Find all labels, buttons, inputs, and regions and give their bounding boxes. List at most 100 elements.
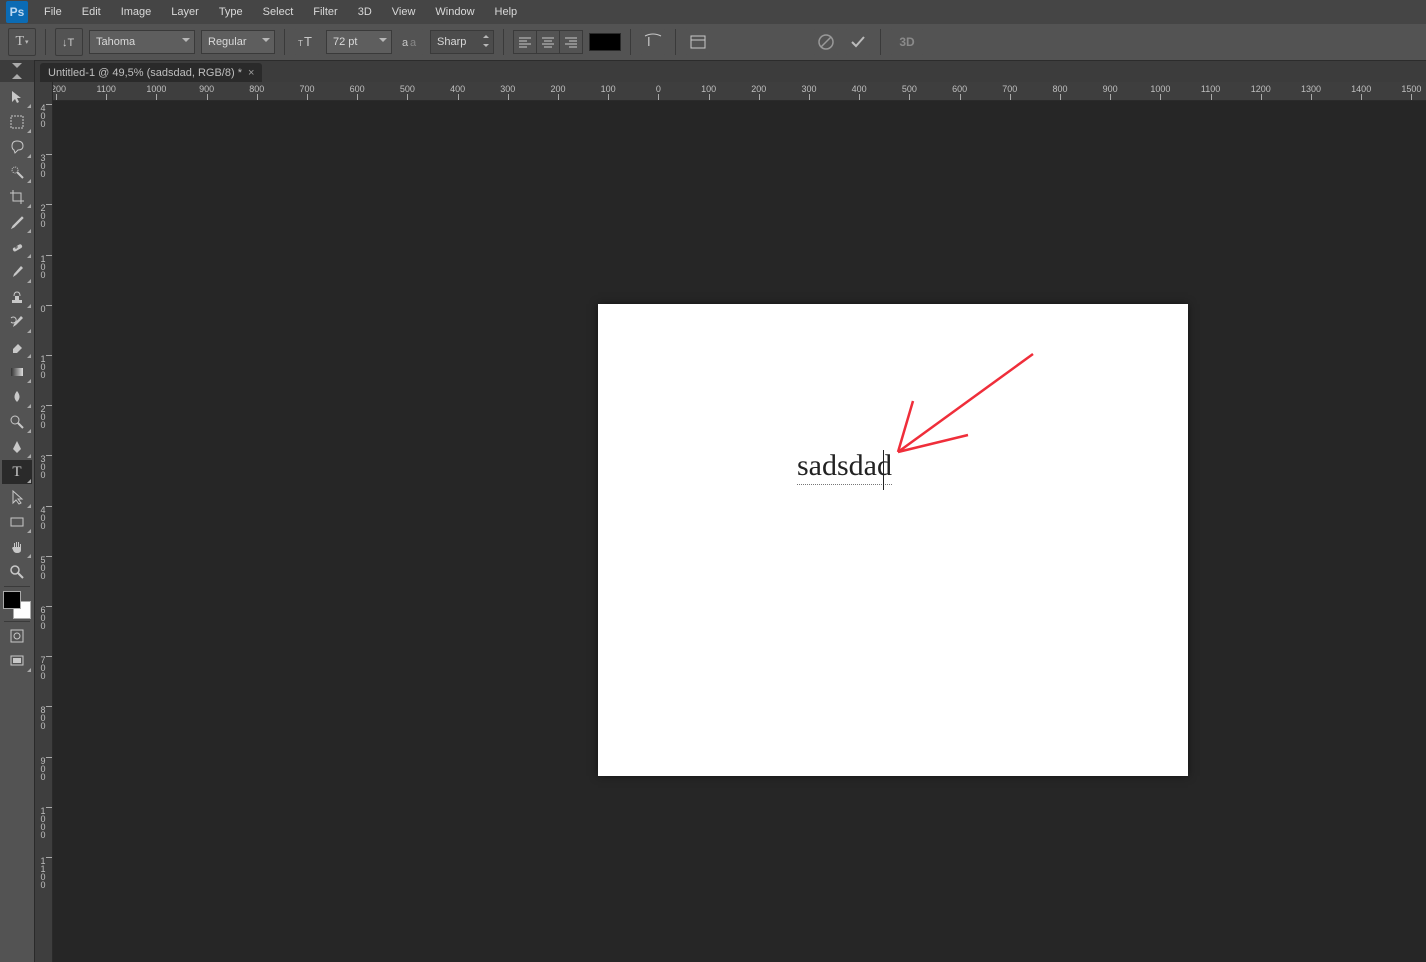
ruler-label: 1300 (1301, 84, 1321, 94)
svg-text:T: T (304, 34, 312, 49)
align-left-button[interactable] (514, 31, 537, 53)
history-brush-tool[interactable] (2, 310, 32, 334)
ruler-label: 600 (350, 84, 365, 94)
antialias-icon: aa (402, 34, 420, 50)
menu-filter[interactable]: Filter (303, 0, 347, 24)
history-brush-icon (9, 314, 25, 330)
quick-select-tool[interactable] (2, 160, 32, 184)
ruler-label: 100 (601, 84, 616, 94)
menu-window[interactable]: Window (425, 0, 484, 24)
ruler-label: 0 (36, 305, 50, 313)
rectangle-tool[interactable] (2, 510, 32, 534)
document-tab[interactable]: Untitled-1 @ 49,5% (sadsdad, RGB/8) * × (40, 63, 262, 83)
ruler-label: 300 (801, 84, 816, 94)
eyedropper-tool[interactable] (2, 210, 32, 234)
dodge-tool[interactable] (2, 410, 32, 434)
blur-tool[interactable] (2, 385, 32, 409)
gradient-tool[interactable] (2, 360, 32, 384)
tool-preset-button[interactable]: T ▾ (8, 28, 36, 56)
svg-text:↓T: ↓T (62, 37, 75, 49)
ruler-label: 700 (299, 84, 314, 94)
separator (675, 29, 676, 55)
crop-icon (9, 189, 25, 205)
ruler-label: 1000 (36, 807, 50, 839)
text-align-group (513, 30, 583, 54)
svg-text:a: a (402, 37, 409, 49)
ruler-label: 300 (36, 154, 50, 178)
warp-text-button[interactable]: I (640, 29, 666, 55)
document-canvas[interactable]: sadsdad (598, 304, 1188, 776)
menu-view[interactable]: View (382, 0, 426, 24)
foreground-color[interactable] (3, 591, 21, 609)
align-center-icon (541, 36, 555, 48)
marquee-tool[interactable] (2, 110, 32, 134)
align-center-button[interactable] (537, 31, 560, 53)
font-family-value: Tahoma (96, 36, 135, 48)
menu-image[interactable]: Image (111, 0, 162, 24)
antialias-value: Sharp (437, 36, 466, 48)
tab-close-button[interactable]: × (248, 67, 254, 79)
separator (284, 29, 285, 55)
crop-tool[interactable] (2, 185, 32, 209)
font-weight-value: Regular (208, 36, 247, 48)
menu-file[interactable]: File (34, 0, 72, 24)
menu-edit[interactable]: Edit (72, 0, 111, 24)
ruler-label: 200 (751, 84, 766, 94)
ruler-label: 1100 (36, 857, 50, 889)
menu-select[interactable]: Select (253, 0, 304, 24)
font-weight-dropdown[interactable]: Regular (201, 30, 275, 54)
cancel-icon (817, 33, 835, 51)
menu-bar: Ps File Edit Image Layer Type Select Fil… (0, 0, 1426, 24)
align-left-icon (518, 36, 532, 48)
canvas-viewport[interactable]: sadsdad (52, 100, 1426, 962)
brush-tool[interactable] (2, 260, 32, 284)
vertical-ruler[interactable]: 4003002001000100200300400500600700800900… (34, 82, 53, 962)
eraser-tool[interactable] (2, 335, 32, 359)
marquee-icon (9, 114, 25, 130)
pen-tool[interactable] (2, 435, 32, 459)
font-family-dropdown[interactable]: Tahoma (89, 30, 195, 54)
zoom-tool[interactable] (2, 560, 32, 584)
healing-brush-tool[interactable] (2, 235, 32, 259)
lasso-tool[interactable] (2, 135, 32, 159)
ruler-label: 100 (701, 84, 716, 94)
screen-mode-icon (9, 653, 25, 669)
color-swatches[interactable] (3, 591, 31, 619)
ruler-label: 1200 (1251, 84, 1271, 94)
toolbox-collapse-handle[interactable] (0, 60, 34, 82)
move-tool[interactable] (2, 85, 32, 109)
work-area: sadsdad (34, 82, 1426, 962)
path-select-tool[interactable] (2, 485, 32, 509)
pen-icon (9, 439, 25, 455)
cancel-edit-button[interactable] (813, 29, 839, 55)
path-select-icon (9, 489, 25, 505)
text-color-swatch[interactable] (589, 33, 621, 51)
align-right-button[interactable] (560, 31, 582, 53)
character-panel-button[interactable] (685, 29, 711, 55)
antialias-dropdown[interactable]: Sharp (430, 30, 494, 54)
ruler-label: 100 (36, 255, 50, 279)
quick-mask-button[interactable] (2, 624, 32, 648)
text-layer[interactable]: sadsdad (797, 449, 892, 485)
menu-help[interactable]: Help (485, 0, 528, 24)
document-tab-bar: Untitled-1 @ 49,5% (sadsdad, RGB/8) * × (0, 61, 1426, 84)
type-icon: T (15, 34, 24, 50)
ruler-label: 100 (36, 355, 50, 379)
type-tool[interactable]: T (2, 460, 32, 484)
font-size-dropdown[interactable]: 72 pt (326, 30, 392, 54)
menu-3d[interactable]: 3D (348, 0, 382, 24)
ruler-label: 1100 (97, 84, 116, 94)
3d-button[interactable]: 3D (890, 29, 924, 55)
eraser-icon (9, 339, 25, 355)
hand-tool[interactable] (2, 535, 32, 559)
horizontal-ruler[interactable]: 1200110010009008007006005004003002001000… (34, 82, 1426, 101)
commit-edit-button[interactable] (845, 29, 871, 55)
clone-stamp-tool[interactable] (2, 285, 32, 309)
screen-mode-button[interactable] (2, 649, 32, 673)
ruler-label: 800 (36, 706, 50, 730)
ruler-label: 700 (1002, 84, 1017, 94)
menu-layer[interactable]: Layer (161, 0, 209, 24)
text-orientation-button[interactable]: ↓T (55, 28, 83, 56)
menu-type[interactable]: Type (209, 0, 253, 24)
ruler-label: 1000 (1150, 84, 1170, 94)
